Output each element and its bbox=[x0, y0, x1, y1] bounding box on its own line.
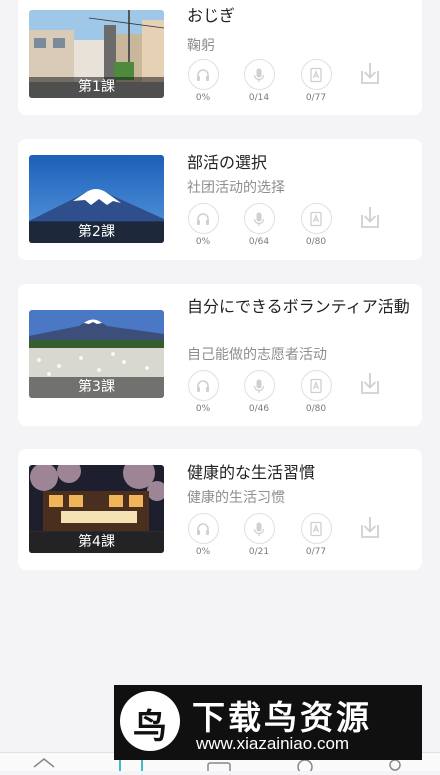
course-icon bbox=[119, 758, 143, 774]
lesson-thumbnail: 第3課 bbox=[29, 310, 164, 398]
lesson-number: 第1課 bbox=[29, 77, 164, 98]
download-icon[interactable] bbox=[355, 369, 385, 399]
words-progress[interactable]: 0/77 bbox=[296, 59, 336, 103]
lesson-title: おじぎ bbox=[187, 6, 236, 25]
words-value: 0/77 bbox=[305, 93, 327, 103]
speak-value: 0/14 bbox=[248, 93, 270, 103]
discover-icon bbox=[297, 759, 313, 775]
microphone-icon bbox=[243, 203, 275, 234]
lesson-thumbnail: 第4課 bbox=[29, 465, 164, 553]
listen-value: 0% bbox=[195, 547, 211, 557]
word-card-icon bbox=[300, 203, 332, 234]
words-value: 0/77 bbox=[305, 547, 327, 557]
microphone-icon bbox=[243, 59, 275, 90]
headphones-icon bbox=[187, 203, 219, 234]
home-icon bbox=[33, 758, 55, 768]
word-card-icon bbox=[300, 513, 332, 544]
listen-value: 0% bbox=[195, 404, 211, 414]
watermark-url: www.xiazainiao.com bbox=[196, 734, 350, 753]
speak-progress[interactable]: 0/46 bbox=[239, 370, 279, 414]
words-progress[interactable]: 0/80 bbox=[296, 370, 336, 414]
lesson-title: 健康的な生活習慣 bbox=[187, 463, 316, 482]
bird-logo-icon: 鸟 bbox=[120, 691, 180, 751]
listen-progress[interactable]: 0% bbox=[183, 203, 223, 247]
speak-progress[interactable]: 0/64 bbox=[239, 203, 279, 247]
headphones-icon bbox=[187, 59, 219, 90]
word-card-icon bbox=[300, 370, 332, 401]
lesson-subtitle: 鞠躬 bbox=[187, 38, 215, 54]
watermark-banner: 鸟 下载鸟资源 www.xiazainiao.com bbox=[114, 685, 422, 760]
listen-value: 0% bbox=[195, 237, 211, 247]
microphone-icon bbox=[243, 370, 275, 401]
speak-value: 0/21 bbox=[248, 547, 270, 557]
word-card-icon bbox=[300, 59, 332, 90]
lesson-number: 第2課 bbox=[29, 222, 164, 243]
speak-value: 0/46 bbox=[248, 404, 270, 414]
lesson-card[interactable]: 第1課 おじぎ 鞠躬 0% 0/14 0/77 bbox=[18, 0, 422, 115]
listen-progress[interactable]: 0% bbox=[183, 370, 223, 414]
microphone-icon bbox=[243, 513, 275, 544]
words-value: 0/80 bbox=[305, 404, 327, 414]
download-icon[interactable] bbox=[355, 513, 385, 543]
words-progress[interactable]: 0/80 bbox=[296, 203, 336, 247]
download-icon[interactable] bbox=[355, 59, 385, 89]
lesson-card[interactable]: 第4課 健康的な生活習慣 健康的生活习惯 0% 0/21 0/77 bbox=[18, 449, 422, 570]
lesson-card[interactable]: 第2課 部活の選択 社团活动的选择 0% 0/64 0/80 bbox=[18, 139, 422, 260]
listen-progress[interactable]: 0% bbox=[183, 513, 223, 557]
download-icon[interactable] bbox=[355, 203, 385, 233]
lesson-subtitle: 自己能做的志愿者活动 bbox=[187, 347, 327, 363]
words-progress[interactable]: 0/77 bbox=[296, 513, 336, 557]
lesson-card[interactable]: 第3課 自分にできるボランティア活動 自己能做的志愿者活动 0% 0/46 0/… bbox=[18, 284, 422, 426]
watermark-brand: 下载鸟资源 bbox=[192, 698, 372, 737]
lesson-thumbnail: 第1課 bbox=[29, 10, 164, 98]
speak-value: 0/64 bbox=[248, 237, 270, 247]
lesson-title: 自分にできるボランティア活動 bbox=[187, 297, 410, 316]
speak-progress[interactable]: 0/21 bbox=[239, 513, 279, 557]
headphones-icon bbox=[187, 370, 219, 401]
headphones-icon bbox=[187, 513, 219, 544]
listen-progress[interactable]: 0% bbox=[183, 59, 223, 103]
speak-progress[interactable]: 0/14 bbox=[239, 59, 279, 103]
lesson-thumbnail: 第2課 bbox=[29, 155, 164, 243]
lesson-number: 第4課 bbox=[29, 532, 164, 553]
words-value: 0/80 bbox=[305, 237, 327, 247]
lesson-subtitle: 健康的生活习惯 bbox=[187, 490, 285, 506]
lesson-subtitle: 社团活动的选择 bbox=[187, 180, 285, 196]
lesson-number: 第3課 bbox=[29, 377, 164, 398]
listen-value: 0% bbox=[195, 93, 211, 103]
lesson-title: 部活の選択 bbox=[187, 153, 268, 172]
profile-icon bbox=[389, 759, 401, 771]
